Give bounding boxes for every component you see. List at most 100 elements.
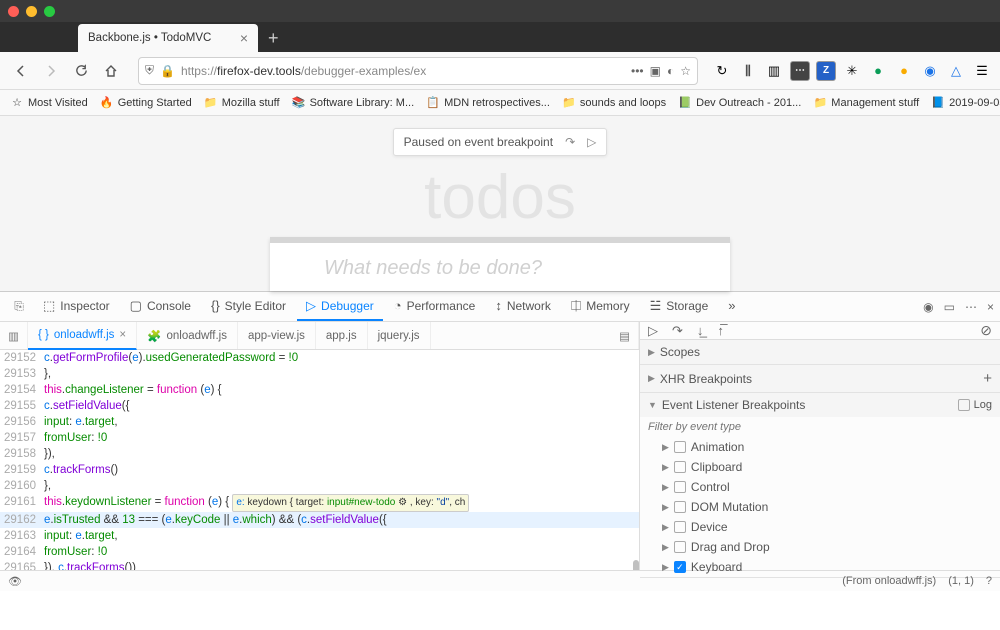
- event-category[interactable]: ▶✓Keyboard: [640, 557, 1000, 577]
- sources-tree-icon[interactable]: ▥: [0, 322, 28, 349]
- ext-icon-green[interactable]: ●: [868, 61, 888, 81]
- file-tab[interactable]: 🧩onloadwff.js: [137, 322, 238, 349]
- line-number[interactable]: 29163: [0, 528, 44, 544]
- ext-icon-1[interactable]: ⋯: [790, 61, 810, 81]
- tab-performance[interactable]: ◔Performance: [385, 292, 485, 321]
- line-number[interactable]: 29162: [0, 512, 44, 528]
- category-checkbox[interactable]: [674, 441, 686, 453]
- screenshot-icon[interactable]: ◉: [923, 300, 933, 314]
- new-todo-input[interactable]: What needs to be done?: [270, 237, 730, 291]
- tabs-overflow[interactable]: »: [719, 292, 744, 321]
- reload-button[interactable]: [68, 58, 94, 84]
- category-checkbox[interactable]: ✓: [674, 561, 686, 573]
- library-icon[interactable]: ⫼: [738, 61, 758, 81]
- line-number[interactable]: 29153: [0, 366, 44, 382]
- reader-icon[interactable]: ▣: [650, 64, 661, 78]
- line-number[interactable]: 29161: [0, 494, 44, 512]
- line-number[interactable]: 29164: [0, 544, 44, 560]
- bookmark-item[interactable]: 📘2019-09-05 Dev Do...: [927, 94, 1000, 112]
- event-category[interactable]: ▶Clipboard: [640, 457, 1000, 477]
- file-tab-active[interactable]: { }onloadwff.js×: [28, 322, 137, 350]
- ext-icon-gear[interactable]: ✳: [842, 61, 862, 81]
- bookmark-item[interactable]: 📋MDN retrospectives...: [422, 94, 554, 112]
- category-checkbox[interactable]: [674, 541, 686, 553]
- category-checkbox[interactable]: [674, 521, 686, 533]
- scopes-section[interactable]: ▶Scopes: [640, 340, 1000, 364]
- event-category[interactable]: ▶DOM Mutation: [640, 497, 1000, 517]
- maximize-window-button[interactable]: [44, 6, 55, 17]
- line-number[interactable]: 29157: [0, 430, 44, 446]
- bookmark-star-icon[interactable]: ☆: [680, 64, 691, 78]
- step-out-button[interactable]: ↑̅: [717, 323, 724, 338]
- resume-icon[interactable]: ▷: [587, 135, 596, 149]
- file-tab[interactable]: app-view.js: [238, 322, 316, 349]
- add-xhr-icon[interactable]: +: [983, 370, 992, 387]
- ext-icon-z[interactable]: Z: [816, 61, 836, 81]
- step-in-button[interactable]: ↓̲: [697, 323, 704, 338]
- line-number[interactable]: 29152: [0, 350, 44, 366]
- close-file-icon[interactable]: ×: [119, 329, 126, 341]
- eye-icon[interactable]: 👁: [8, 575, 22, 588]
- bookmark-item[interactable]: 📗Dev Outreach - 201...: [674, 94, 805, 112]
- ext-icon-tri[interactable]: △: [946, 61, 966, 81]
- dock-icon[interactable]: ⎘: [6, 294, 32, 320]
- event-listener-section[interactable]: ▼Event Listener BreakpointsLog: [640, 393, 1000, 417]
- responsive-icon[interactable]: ▭: [944, 300, 955, 314]
- bookmark-item[interactable]: 🔥Getting Started: [96, 94, 196, 112]
- category-checkbox[interactable]: [674, 481, 686, 493]
- line-number[interactable]: 29155: [0, 398, 44, 414]
- step-over-icon[interactable]: ↷: [565, 135, 575, 149]
- ext-icon-blue[interactable]: ◉: [920, 61, 940, 81]
- sidebar-icon[interactable]: ▥: [764, 61, 784, 81]
- history-icon[interactable]: ↻: [712, 61, 732, 81]
- resume-button[interactable]: ▷: [648, 323, 658, 339]
- event-category[interactable]: ▶Control: [640, 477, 1000, 497]
- bookmark-item[interactable]: 📚Software Library: M...: [288, 94, 419, 112]
- event-category[interactable]: ▶Device: [640, 517, 1000, 537]
- event-category[interactable]: ▶Animation: [640, 437, 1000, 457]
- line-number[interactable]: 29158: [0, 446, 44, 462]
- tab-inspector[interactable]: ⬚Inspector: [34, 292, 119, 321]
- hamburger-menu-icon[interactable]: ☰: [972, 61, 992, 81]
- code-editor[interactable]: 29152c.getFormProfile(e).usedGeneratedPa…: [0, 350, 639, 570]
- tab-debugger[interactable]: ▷Debugger: [297, 292, 383, 321]
- xhr-breakpoints-section[interactable]: ▶XHR Breakpoints+: [640, 365, 1000, 392]
- line-number[interactable]: 29165: [0, 560, 44, 570]
- minimize-window-button[interactable]: [26, 6, 37, 17]
- log-checkbox[interactable]: [958, 399, 970, 411]
- bookmark-item[interactable]: ☆Most Visited: [6, 94, 92, 112]
- tab-console[interactable]: ▢Console: [121, 292, 200, 321]
- file-tab[interactable]: app.js: [316, 322, 368, 349]
- close-window-button[interactable]: [8, 6, 19, 17]
- bookmark-item[interactable]: 📁Management stuff: [809, 94, 923, 112]
- category-checkbox[interactable]: [674, 461, 686, 473]
- bookmark-item[interactable]: 📁Mozilla stuff: [200, 94, 284, 112]
- pocket-icon[interactable]: ◐: [667, 64, 674, 78]
- tab-network[interactable]: ↕Network: [486, 292, 560, 321]
- tab-memory[interactable]: ⎅Memory: [562, 292, 639, 321]
- kebab-icon[interactable]: ⋯: [965, 300, 977, 314]
- line-number[interactable]: 29156: [0, 414, 44, 430]
- ext-icon-yellow[interactable]: ●: [894, 61, 914, 81]
- event-filter-input[interactable]: [640, 417, 1000, 437]
- browser-tab[interactable]: Backbone.js • TodoMVC ×: [78, 24, 258, 52]
- line-number[interactable]: 29160: [0, 478, 44, 494]
- bookmark-item[interactable]: 📁sounds and loops: [558, 94, 670, 112]
- close-devtools-icon[interactable]: ×: [987, 300, 994, 314]
- new-tab-button[interactable]: +: [258, 24, 289, 52]
- home-button[interactable]: [98, 58, 124, 84]
- line-number[interactable]: 29159: [0, 462, 44, 478]
- line-number[interactable]: 29154: [0, 382, 44, 398]
- tab-style-editor[interactable]: {}Style Editor: [202, 292, 295, 321]
- category-checkbox[interactable]: [674, 501, 686, 513]
- scrollbar-thumb[interactable]: [633, 560, 639, 570]
- help-icon[interactable]: ?: [986, 575, 992, 587]
- tab-storage[interactable]: ☱Storage: [641, 292, 718, 321]
- outline-icon[interactable]: ▤: [611, 322, 639, 349]
- forward-button[interactable]: [38, 58, 64, 84]
- event-category[interactable]: ▶Drag and Drop: [640, 537, 1000, 557]
- address-bar[interactable]: ⛨ 🔒 https://firefox-dev.tools/debugger-e…: [138, 57, 698, 85]
- disable-breakpoints-icon[interactable]: ⊘: [980, 322, 992, 339]
- step-over-button[interactable]: ↷: [672, 323, 683, 339]
- back-button[interactable]: [8, 58, 34, 84]
